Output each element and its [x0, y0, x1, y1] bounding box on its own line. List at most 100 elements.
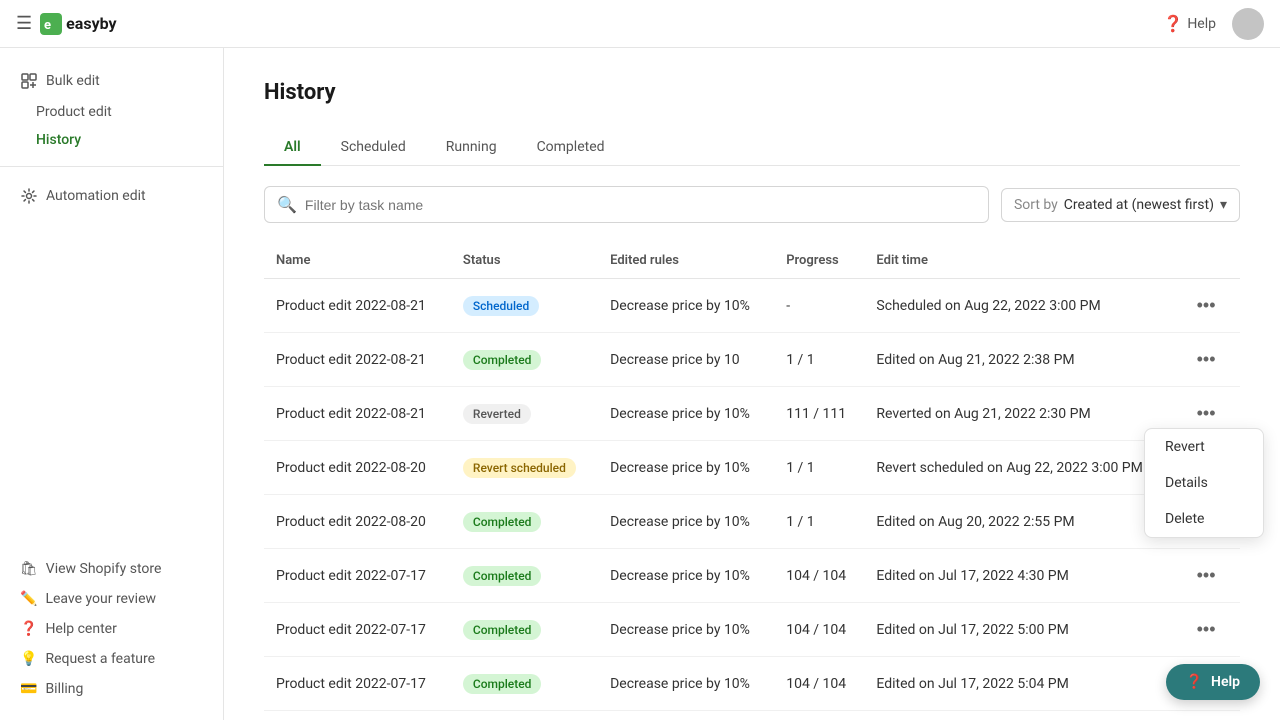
table-row: Product edit 2022-07-17 Completed Decrea… — [264, 549, 1240, 603]
cell-status: Completed — [451, 657, 598, 711]
more-actions-button[interactable]: ••• — [1189, 291, 1224, 320]
sort-label: Sort by — [1014, 197, 1058, 213]
chevron-down-icon: ▾ — [1220, 197, 1227, 213]
cell-edited-rules: Decrease price by 10% — [598, 603, 774, 657]
cell-status: Scheduled — [451, 279, 598, 333]
status-badge: Completed — [463, 566, 542, 586]
help-button-label: Help — [1187, 16, 1216, 32]
topbar: ☰ e easyby ❓ Help — [0, 0, 1280, 48]
tab-scheduled[interactable]: Scheduled — [321, 129, 426, 165]
status-badge: Completed — [463, 350, 542, 370]
table-row: Product edit 2022-08-21 Scheduled Decrea… — [264, 279, 1240, 333]
cell-name: Product edit 2022-08-21 — [264, 333, 451, 387]
cell-status: Revert scheduled — [451, 441, 598, 495]
cell-name: Product edit 2022-07-17 — [264, 603, 451, 657]
search-icon: 🔍 — [277, 195, 297, 214]
sidebar-item-history[interactable]: History — [8, 126, 215, 154]
cell-progress: 1 / 1 — [774, 495, 864, 549]
sort-value: Created at (newest first) — [1064, 197, 1214, 213]
hamburger-icon[interactable]: ☰ — [16, 13, 32, 34]
cell-progress: - — [774, 279, 864, 333]
cell-progress: 104 / 104 — [774, 603, 864, 657]
sidebar-history-label: History — [36, 132, 81, 148]
cell-progress: 1 / 1 — [774, 333, 864, 387]
col-edit-time: Edit time — [864, 243, 1176, 279]
help-icon: ❓ — [20, 621, 37, 637]
tab-completed[interactable]: Completed — [517, 129, 625, 165]
more-actions-button[interactable]: ••• — [1189, 615, 1224, 644]
cell-edit-time: Edited on Aug 20, 2022 2:55 PM — [864, 495, 1176, 549]
context-menu-revert[interactable]: Revert — [1145, 429, 1263, 465]
table-row: Product edit 2022-08-20 Revert scheduled… — [264, 441, 1240, 495]
sidebar-item-product-edit[interactable]: Product edit — [8, 98, 215, 126]
col-name: Name — [264, 243, 451, 279]
search-sort-row: 🔍 Sort by Created at (newest first) ▾ — [264, 186, 1240, 223]
logo-icon: e — [40, 13, 62, 35]
sidebar-item-request-feature[interactable]: 💡 Request a feature — [8, 644, 215, 674]
cell-edited-rules: Decrease price by 10% — [598, 549, 774, 603]
tab-all[interactable]: All — [264, 129, 321, 165]
tab-running[interactable]: Running — [426, 129, 517, 165]
sidebar-item-help-center[interactable]: ❓ Help center — [8, 614, 215, 644]
table-head: Name Status Edited rules Progress Edit t… — [264, 243, 1240, 279]
status-badge: Completed — [463, 512, 542, 532]
sidebar-bulk-edit-label: Bulk edit — [46, 73, 100, 89]
topbar-left: ☰ e easyby — [16, 13, 117, 35]
cell-name: Product edit 2022-08-21 — [264, 279, 451, 333]
cell-edited-rules: Decrease price by 10% — [598, 495, 774, 549]
more-actions-button[interactable]: ••• — [1189, 399, 1224, 428]
cell-progress: 111 / 111 — [774, 387, 864, 441]
avatar[interactable] — [1232, 8, 1264, 40]
sidebar-top-section: Bulk edit Product edit History — [0, 60, 223, 158]
help-center-label: Help center — [45, 621, 116, 637]
col-actions — [1177, 243, 1240, 279]
table-row: Product edit 2022-07-17 Completed Decrea… — [264, 657, 1240, 711]
cell-edit-time: Edited on Aug 21, 2022 2:38 PM — [864, 333, 1176, 387]
status-badge: Revert scheduled — [463, 458, 576, 478]
shopify-icon: 🛍 — [20, 561, 38, 577]
sidebar-automation-edit-label: Automation edit — [46, 188, 146, 204]
cell-status: Completed — [451, 495, 598, 549]
pencil-icon: ✏️ — [20, 591, 37, 607]
cell-progress: 1 / 1 — [774, 441, 864, 495]
logo-text: easyby — [66, 14, 116, 33]
sidebar: Bulk edit Product edit History Automatio… — [0, 48, 224, 720]
sidebar-item-automation-edit[interactable]: Automation edit — [8, 179, 215, 213]
cell-edit-time: Edited on Jul 17, 2022 5:00 PM — [864, 603, 1176, 657]
cell-progress: 104 / 104 — [774, 549, 864, 603]
status-badge: Scheduled — [463, 296, 539, 316]
context-menu: Revert Details Delete — [1144, 428, 1264, 538]
search-input[interactable] — [305, 197, 976, 213]
sidebar-item-leave-review[interactable]: ✏️ Leave your review — [8, 584, 215, 614]
status-badge: Completed — [463, 674, 542, 694]
sidebar-item-bulk-edit[interactable]: Bulk edit — [8, 64, 215, 98]
context-menu-details[interactable]: Details — [1145, 465, 1263, 501]
cell-name: Product edit 2022-08-20 — [264, 495, 451, 549]
more-actions-button[interactable]: ••• — [1189, 345, 1224, 374]
help-button[interactable]: ❓ Help — [1163, 14, 1216, 33]
sidebar-item-billing[interactable]: 💳 Billing — [8, 674, 215, 704]
table-row: Product edit 2022-08-21 Reverted Decreas… — [264, 387, 1240, 441]
sidebar-item-view-shopify[interactable]: 🛍 View Shopify store — [8, 554, 215, 584]
cell-edited-rules: Decrease price by 10 — [598, 333, 774, 387]
status-badge: Completed — [463, 620, 542, 640]
sidebar-product-edit-label: Product edit — [36, 104, 112, 120]
sidebar-automation-section: Automation edit — [0, 175, 223, 217]
lightbulb-icon: 💡 — [20, 651, 37, 667]
sidebar-divider-1 — [0, 166, 223, 167]
table-row: Product edit 2022-07-17 Completed Decrea… — [264, 603, 1240, 657]
sort-select[interactable]: Sort by Created at (newest first) ▾ — [1001, 188, 1240, 222]
cell-edit-time: Revert scheduled on Aug 22, 2022 3:00 PM — [864, 441, 1176, 495]
svg-text:e: e — [44, 18, 51, 33]
status-badge: Reverted — [463, 404, 531, 424]
cell-status: Completed — [451, 549, 598, 603]
context-menu-delete[interactable]: Delete — [1145, 501, 1263, 537]
cell-edited-rules: Decrease price by 10% — [598, 441, 774, 495]
cell-name: Product edit 2022-08-21 — [264, 387, 451, 441]
help-widget-icon: ❓ — [1186, 674, 1203, 690]
cell-status: Completed — [451, 603, 598, 657]
help-widget[interactable]: ❓ Help — [1166, 664, 1260, 700]
more-actions-button[interactable]: ••• — [1189, 561, 1224, 590]
search-box[interactable]: 🔍 — [264, 186, 989, 223]
billing-icon: 💳 — [20, 681, 37, 697]
